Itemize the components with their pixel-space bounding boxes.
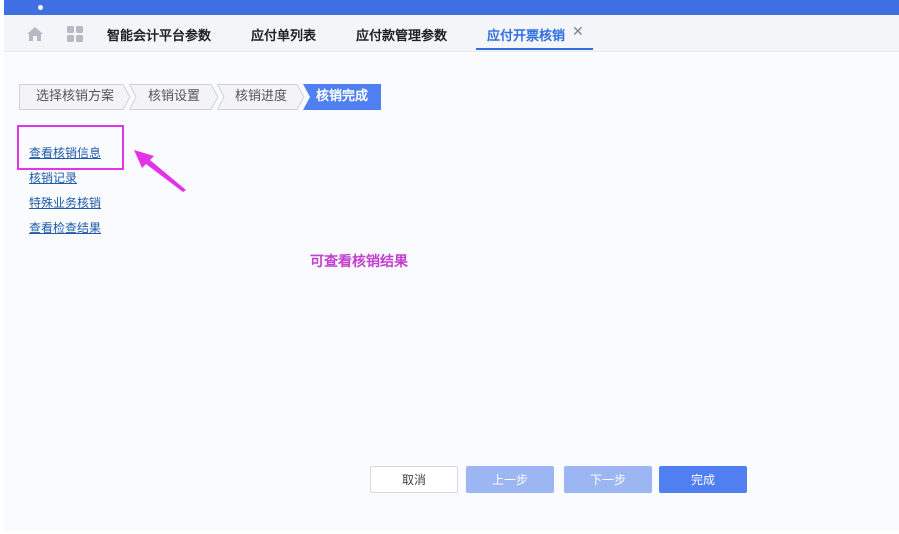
tab-payable-list[interactable]: 应付单列表 — [251, 25, 316, 44]
annotation-highlight-box — [17, 125, 124, 170]
active-tab-indicator — [476, 48, 593, 50]
tab-payable-invoice-writeoff[interactable]: 应付开票核销 — [487, 25, 565, 44]
finish-button[interactable]: 完成 — [659, 466, 747, 493]
home-icon[interactable] — [26, 26, 44, 46]
tab-bar: 智能会计平台参数 应付单列表 应付款管理参数 应付开票核销 ✕ — [4, 15, 899, 52]
link-writeoff-records[interactable]: 核销记录 — [29, 170, 101, 195]
next-step-button[interactable]: 下一步 — [564, 466, 652, 493]
main-content: 选择核销方案 核销设置 核销进度 核销完成 查看核销信息 核销记录 特殊业务核销… — [4, 53, 899, 531]
grid-icon[interactable] — [67, 26, 83, 46]
step-label: 选择核销方案 — [35, 89, 114, 104]
step-writeoff-complete: 核销完成 — [303, 84, 381, 110]
step-writeoff-progress: 核销进度 — [217, 84, 305, 110]
tab-payable-management-params[interactable]: 应付款管理参数 — [356, 25, 447, 44]
tab-smart-accounting-params[interactable]: 智能会计平台参数 — [107, 25, 211, 44]
previous-step-button[interactable]: 上一步 — [466, 466, 554, 493]
link-view-check-results[interactable]: 查看检查结果 — [29, 220, 101, 245]
link-special-business-writeoff[interactable]: 特殊业务核销 — [29, 195, 101, 220]
step-writeoff-settings: 核销设置 — [129, 84, 219, 110]
annotation-arrow-icon — [134, 150, 186, 192]
step-label: 核销进度 — [234, 89, 287, 104]
top-bar — [4, 0, 899, 15]
step-label: 核销完成 — [315, 89, 368, 104]
top-bar-dot — [38, 5, 43, 10]
cancel-button[interactable]: 取消 — [370, 466, 458, 493]
step-label: 核销设置 — [147, 89, 200, 104]
step-select-scheme: 选择核销方案 — [19, 84, 131, 110]
annotation-text: 可查看核销结果 — [310, 254, 408, 270]
close-icon[interactable]: ✕ — [572, 24, 584, 40]
